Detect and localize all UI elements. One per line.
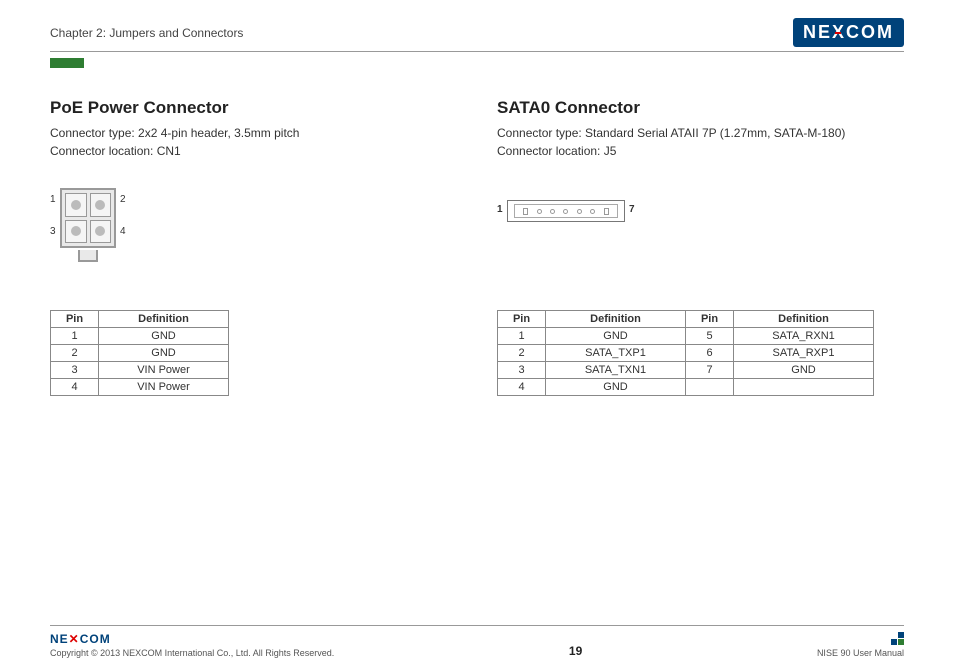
poe-pin-1 [65,193,87,217]
copyright-text: Copyright © 2013 NEXCOM International Co… [50,648,334,658]
poe-label-2: 2 [120,194,126,205]
poe-connector-tab [78,250,98,262]
page-footer: NE✕COM Copyright © 2013 NEXCOM Internati… [50,625,904,658]
th-pin: Pin [51,311,99,328]
th-def: Definition [546,311,686,328]
page-header: Chapter 2: Jumpers and Connectors NEXCOM [50,18,904,52]
poe-section: PoE Power Connector Connector type: 2x2 … [50,98,457,396]
th-pin: Pin [498,311,546,328]
sata-pin-icon [577,209,582,214]
table-row: 1GND [51,328,229,345]
footer-left: NE✕COM Copyright © 2013 NEXCOM Internati… [50,632,334,658]
sata-type: Connector type: Standard Serial ATAII 7P… [497,124,904,142]
table-header-row: Pin Definition [51,311,229,328]
sata-pin-icon [550,209,555,214]
nexcom-logo-small: NE✕COM [50,632,334,646]
sata-connector-icon [507,200,625,222]
table-row: 2GND [51,345,229,362]
chapter-title: Chapter 2: Jumpers and Connectors [50,26,243,40]
th-def: Definition [734,311,874,328]
poe-title: PoE Power Connector [50,98,457,118]
table-row: 1GND 5SATA_RXN1 [498,328,874,345]
sata-diagram: 1 7 [497,188,904,298]
sata-pin-icon [590,209,595,214]
poe-label-1: 1 [50,194,56,205]
sata-pin-table: Pin Definition Pin Definition 1GND 5SATA… [497,310,874,396]
poe-diagram: 1 2 3 4 [50,188,457,298]
poe-connector-icon [60,188,116,248]
poe-pin-2 [90,193,112,217]
sata-pin-icon [563,209,568,214]
table-row: 3VIN Power [51,362,229,379]
sata-label-1: 1 [497,204,503,215]
sata-label-7: 7 [629,204,635,215]
table-row: 4GND [498,379,874,396]
sata-pin-icon [523,208,528,215]
th-def: Definition [99,311,229,328]
poe-pin-table: Pin Definition 1GND 2GND 3VIN Power 4VIN… [50,310,229,396]
manual-name: NISE 90 User Manual [817,648,904,658]
footer-squares-icon [891,632,904,645]
header-accent-bar [50,58,84,68]
table-header-row: Pin Definition Pin Definition [498,311,874,328]
poe-pin-3 [65,220,87,244]
table-row: 4VIN Power [51,379,229,396]
th-pin: Pin [686,311,734,328]
nexcom-logo: NEXCOM [793,18,904,47]
poe-label-3: 3 [50,226,56,237]
poe-label-4: 4 [120,226,126,237]
table-row: 3SATA_TXN1 7GND [498,362,874,379]
sata-title: SATA0 Connector [497,98,904,118]
content-columns: PoE Power Connector Connector type: 2x2 … [50,98,904,396]
poe-location: Connector location: CN1 [50,142,457,160]
page-number: 19 [569,644,582,658]
table-row: 2SATA_TXP1 6SATA_RXP1 [498,345,874,362]
sata-location: Connector location: J5 [497,142,904,160]
poe-type: Connector type: 2x2 4-pin header, 3.5mm … [50,124,457,142]
sata-section: SATA0 Connector Connector type: Standard… [497,98,904,396]
footer-right: NISE 90 User Manual [817,630,904,658]
sata-pin-icon [604,208,609,215]
poe-pin-4 [90,220,112,244]
sata-pin-icon [537,209,542,214]
